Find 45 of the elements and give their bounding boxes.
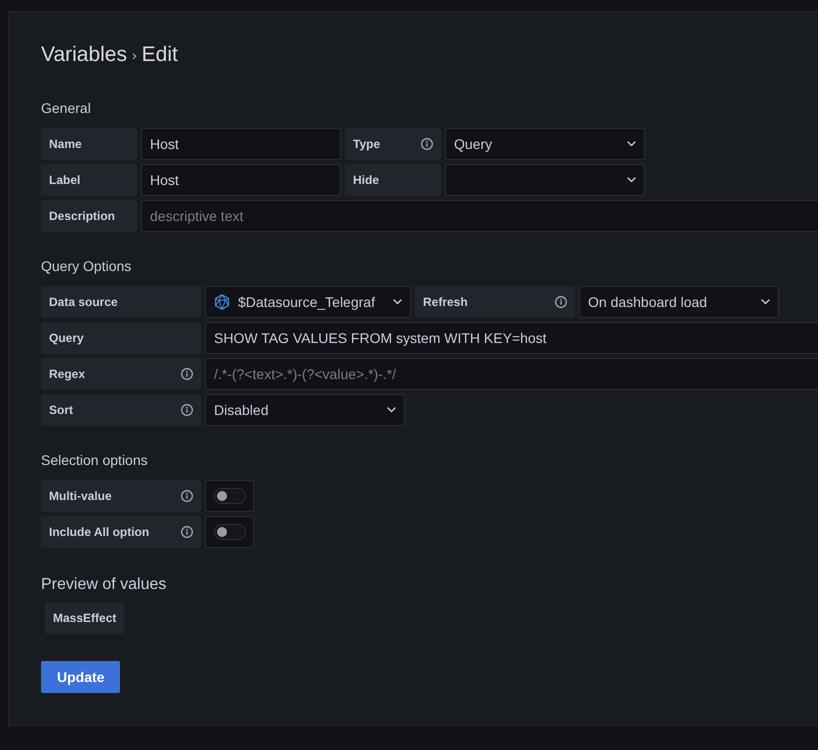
preview-value-tag: MassEffect — [45, 602, 124, 634]
section-heading: Selection options — [41, 451, 149, 470]
select-field[interactable]: On dashboard load — [579, 286, 779, 318]
select-field[interactable]: $Datasource_Telegraf — [205, 286, 411, 318]
chevron-down-icon — [627, 177, 636, 183]
text-field[interactable]: descriptive text — [141, 200, 818, 232]
breadcrumb-link[interactable]: Variables — [41, 39, 127, 71]
toggle-switch[interactable] — [205, 480, 254, 512]
label-text: Include All option — [49, 524, 150, 541]
info-icon — [181, 404, 193, 416]
select-field[interactable]: Disabled — [205, 394, 405, 426]
label-text: Multi-value — [49, 488, 112, 505]
section-heading: Preview of values — [41, 575, 168, 595]
info-icon — [555, 296, 567, 308]
label-text: Label — [49, 172, 80, 189]
select-field[interactable] — [445, 164, 645, 196]
polyhedron-icon — [214, 294, 230, 310]
label-text: Name — [49, 136, 82, 153]
text-field[interactable]: Host — [141, 164, 341, 196]
text-field[interactable]: /.*-(?<text>.*)-(?<value>.*)-.*/ — [205, 358, 818, 390]
label-text: Regex — [49, 366, 86, 383]
label-text: Data source — [49, 294, 118, 311]
update-button[interactable]: Update — [41, 661, 120, 693]
chevron-down-icon — [387, 407, 396, 413]
label-text: Sort — [49, 402, 73, 419]
section-heading: General — [41, 99, 92, 118]
info-icon — [181, 526, 193, 538]
text-field[interactable]: SHOW TAG VALUES FROM system WITH KEY=host — [205, 322, 818, 354]
chevron-down-icon — [761, 299, 770, 305]
info-icon — [181, 368, 193, 380]
info-icon — [181, 490, 193, 502]
label-text: Description — [49, 208, 116, 225]
label-text: Hide — [353, 172, 380, 189]
select-field[interactable]: Query — [445, 128, 645, 160]
label-text: Type — [353, 136, 380, 153]
chevron-down-icon — [627, 141, 636, 147]
chevron-down-icon — [393, 299, 402, 305]
label-text: Query — [49, 330, 84, 347]
text-field[interactable]: Host — [141, 128, 341, 160]
label-text: Refresh — [423, 294, 468, 311]
section-heading: Query Options — [41, 257, 132, 276]
toggle-switch[interactable] — [205, 516, 254, 548]
breadcrumb-separator: › — [132, 46, 137, 65]
page-title: Edit — [142, 42, 178, 68]
info-icon — [421, 138, 433, 150]
